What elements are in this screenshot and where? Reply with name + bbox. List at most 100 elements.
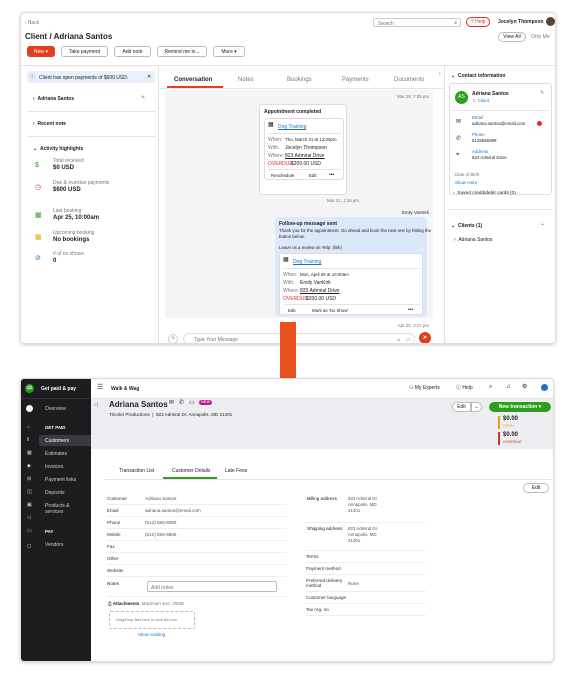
tab-payments[interactable]: Payments [342,77,369,83]
tab-documents[interactable]: Documents [394,77,424,83]
nav-products-services[interactable]: Products & services [45,503,81,515]
show-existing-link[interactable]: Show existing [138,632,165,637]
edit-dropdown-icon[interactable]: ⌄ [471,402,482,412]
video-icon[interactable]: ▭ [189,400,195,407]
saved-cards-row[interactable]: › Saved credit/debit cards (0) [453,191,516,197]
calendar-check-icon: ▦ [35,212,42,219]
help-button[interactable]: ? Help [466,17,491,27]
add-attachment-button[interactable]: + [168,334,178,343]
service-link[interactable]: Dog Training [278,124,306,130]
activity-highlights-title[interactable]: ⌄ Activity highlights [33,146,83,152]
nav-vendors[interactable]: Vendors [45,542,63,548]
back-link[interactable]: ‹ Back [25,20,39,26]
contact-info-title[interactable]: ⌄ Contact information [451,73,505,79]
more-icon[interactable]: ••• [329,172,334,178]
conversation-area: Mar 29, 7:35 pm Appointment completed ▦ … [165,90,433,328]
contact-card: AS Adriana Santos ☺ Client ✎ ✉ Email adr… [449,83,552,195]
edit-button[interactable]: Edit [309,173,317,178]
billing-row: Billing address 823 Admiral Dr Annapolis… [306,493,426,523]
details-edit-button[interactable]: Edit [523,483,549,493]
profile-icon[interactable] [541,384,548,391]
plus-icon[interactable] [26,405,33,412]
nav-customers[interactable]: Customers [45,438,69,444]
edit-button[interactable]: Edit [288,308,296,313]
nav-payment-links[interactable]: Payment links [45,477,76,483]
pencil-icon[interactable]: ✎ [141,95,145,101]
close-icon[interactable]: ✕ [147,74,151,80]
clients-title[interactable]: ⌄ Clients (1) [451,223,482,229]
add-note-button[interactable]: Add note [114,46,151,57]
tab-notes[interactable]: Notes [238,77,254,83]
emoji-icon[interactable]: ☺ [396,337,401,343]
shipping-line-2: Annapolis, MD [348,532,377,537]
calendar-icon: ▦ [268,122,274,128]
tab-transaction-list[interactable]: Transaction List [119,468,154,474]
show-more-link[interactable]: Show more [455,180,477,185]
reschedule-button[interactable]: Reschedule [271,173,294,178]
email-icon[interactable]: ✉ [169,400,174,407]
table-row: Other [107,553,287,565]
review-text: Leave us a review on Yelp: (link) [279,245,342,250]
add-client-icon[interactable]: + [541,222,544,228]
notes-input[interactable]: Add notes [147,581,277,592]
eye-off-icon: ⊘ [35,255,41,262]
more-button[interactable]: More ▾ [213,46,245,57]
phone-icon[interactable]: ✆ [179,400,184,407]
where-label: Where: [268,153,285,159]
location-icon: ⌖ [456,152,460,158]
where-value[interactable]: 823 Admiral Drive [300,288,339,294]
search-icon[interactable]: ⌕ [489,384,492,391]
nav-overview[interactable]: Overview [45,406,66,412]
view-all-button[interactable]: View All [498,32,526,42]
new-transaction-button[interactable]: New transaction ▾ [489,402,551,412]
new-button[interactable]: New ▾ [27,46,55,57]
gear-icon[interactable]: ⚙ [522,384,527,391]
with-value: Emily VanKirk [300,280,331,286]
tab-customer-details[interactable]: Customer Details [172,468,210,474]
tab-conversation[interactable]: Conversation [174,77,212,83]
menu-icon[interactable]: ☰ [97,384,103,392]
with-label: With: [283,280,295,286]
table-row: Phone (512) 555-6089 [107,517,287,529]
collapse-chevron-icon[interactable]: › [439,71,441,77]
service-link[interactable]: Dog Training [293,259,321,265]
remind-button[interactable]: Remind me in... [157,46,207,57]
tab-bookings[interactable]: Bookings [287,77,312,83]
where-value[interactable]: 823 Admiral Drive [285,153,324,159]
my-experts-button[interactable]: ⚇ My Experts [409,385,440,391]
phone-value[interactable]: 5125556089 [472,138,496,143]
only-me-toggle[interactable]: Only Me [531,34,550,40]
customer-details-right: Terms Payment method Preferred delivery … [306,551,426,616]
pencil-icon[interactable]: ✎ [540,90,544,96]
no-show-button[interactable]: Mark as 'No Show' [312,308,348,313]
search-input[interactable]: Search ⌕ [373,18,461,27]
billing-line-3: 21401 [348,508,361,513]
nav-deposits[interactable]: Deposits [45,490,64,496]
email-value[interactable]: adriana.santos@email.com [472,121,525,126]
recent-note-row[interactable]: › Recent note [33,121,66,127]
help-button[interactable]: ⓘ Help [456,385,473,391]
user-name[interactable]: Jocelyn Thompson [498,19,544,25]
client-list-item[interactable]: ✓ Adriana Santos [453,237,493,243]
image-icon[interactable]: ▭ [406,337,411,343]
banner-text: Client has open payments of $600 USD. [39,74,129,81]
bell-icon[interactable]: ♫ [506,384,511,391]
when-value: Thu, March 31 at 12:00pm [285,137,337,142]
overdue-label: OVERDUE [283,296,308,302]
email-icon: ✉ [456,119,462,125]
nav-invoices[interactable]: Invoices [45,464,63,470]
tab-late-fees[interactable]: Late Fees [225,468,247,474]
more-icon[interactable]: ••• [408,307,413,313]
collapse-icon[interactable]: »| [94,402,98,408]
company-line: Tricolor Productions | 823 Admiral Dr, A… [109,412,233,417]
file-drop-zone[interactable]: Drag/Drop files here or click the icon [109,611,195,629]
calendar-icon: ▦ [283,257,289,263]
avatar[interactable] [546,17,555,26]
client-name-row[interactable]: › Adriana Santos [33,96,74,102]
highlight-value: Apr 25, 10:00am [53,215,100,221]
take-payment-button[interactable]: Take payment [61,46,108,57]
send-button[interactable]: ➤ [419,332,431,343]
where-label: Where: [283,288,300,294]
nav-estimates[interactable]: Estimates [45,451,67,457]
edit-button[interactable]: Edit [452,402,471,412]
